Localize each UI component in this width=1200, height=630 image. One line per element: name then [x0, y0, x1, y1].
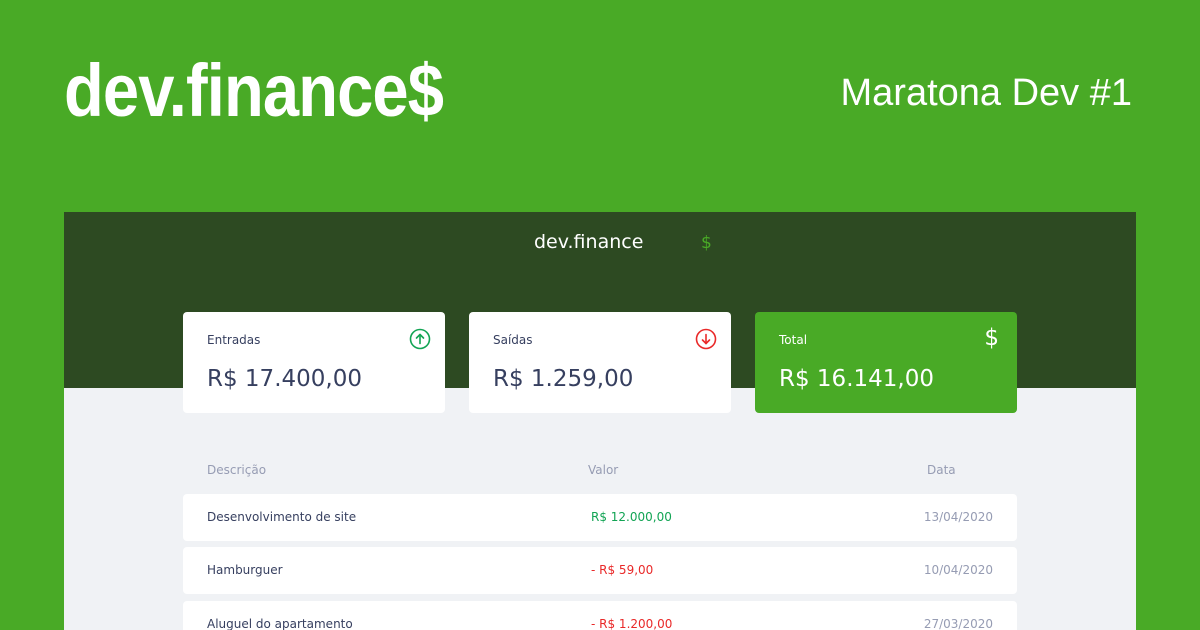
transaction-description: Aluguel do apartamento	[207, 617, 353, 630]
banner-logo: dev.finance$	[64, 49, 444, 132]
transaction-description: Desenvolvimento de site	[207, 510, 357, 524]
app-screenshot: dev.finance $ Entradas R$ 17.400,00 Saíd…	[64, 212, 1136, 630]
app-logo[interactable]: dev.finance	[534, 230, 643, 254]
transaction-date: 13/04/2020	[923, 510, 993, 524]
income-card: Entradas R$ 17.400,00	[183, 312, 445, 413]
transaction-amount: - R$ 59,00	[591, 563, 654, 577]
total-card-value: R$ 16.141,00	[779, 366, 934, 392]
expense-card-label: Saídas	[493, 333, 533, 347]
column-header-amount: Valor	[588, 463, 619, 477]
column-header-description: Descrição	[207, 463, 267, 477]
transaction-amount: R$ 12.000,00	[591, 510, 672, 524]
transaction-amount: - R$ 1.200,00	[591, 617, 673, 630]
transaction-description: Hamburguer	[207, 563, 283, 577]
table-row[interactable]: Aluguel do apartamento - R$ 1.200,00 27/…	[183, 601, 1017, 630]
expense-card: Saídas R$ 1.259,00	[469, 312, 731, 413]
income-card-value: R$ 17.400,00	[207, 366, 362, 392]
total-card: Total $ R$ 16.141,00	[755, 312, 1017, 413]
arrow-up-circle-icon	[409, 328, 431, 350]
arrow-down-circle-icon	[695, 328, 717, 350]
dollar-sign-icon: $	[984, 325, 999, 351]
income-card-label: Entradas	[207, 333, 261, 347]
table-row[interactable]: Hamburguer - R$ 59,00 10/04/2020	[183, 547, 1017, 594]
banner-tagline: Maratona Dev #1	[840, 72, 1133, 114]
transaction-date: 10/04/2020	[923, 563, 993, 577]
table-row[interactable]: Desenvolvimento de site R$ 12.000,00 13/…	[183, 494, 1017, 541]
total-card-label: Total	[779, 333, 808, 347]
dollar-sign-icon: $	[701, 233, 712, 253]
transaction-date: 27/03/2020	[923, 617, 993, 630]
column-header-date: Data	[927, 463, 956, 477]
expense-card-value: R$ 1.259,00	[493, 366, 634, 392]
